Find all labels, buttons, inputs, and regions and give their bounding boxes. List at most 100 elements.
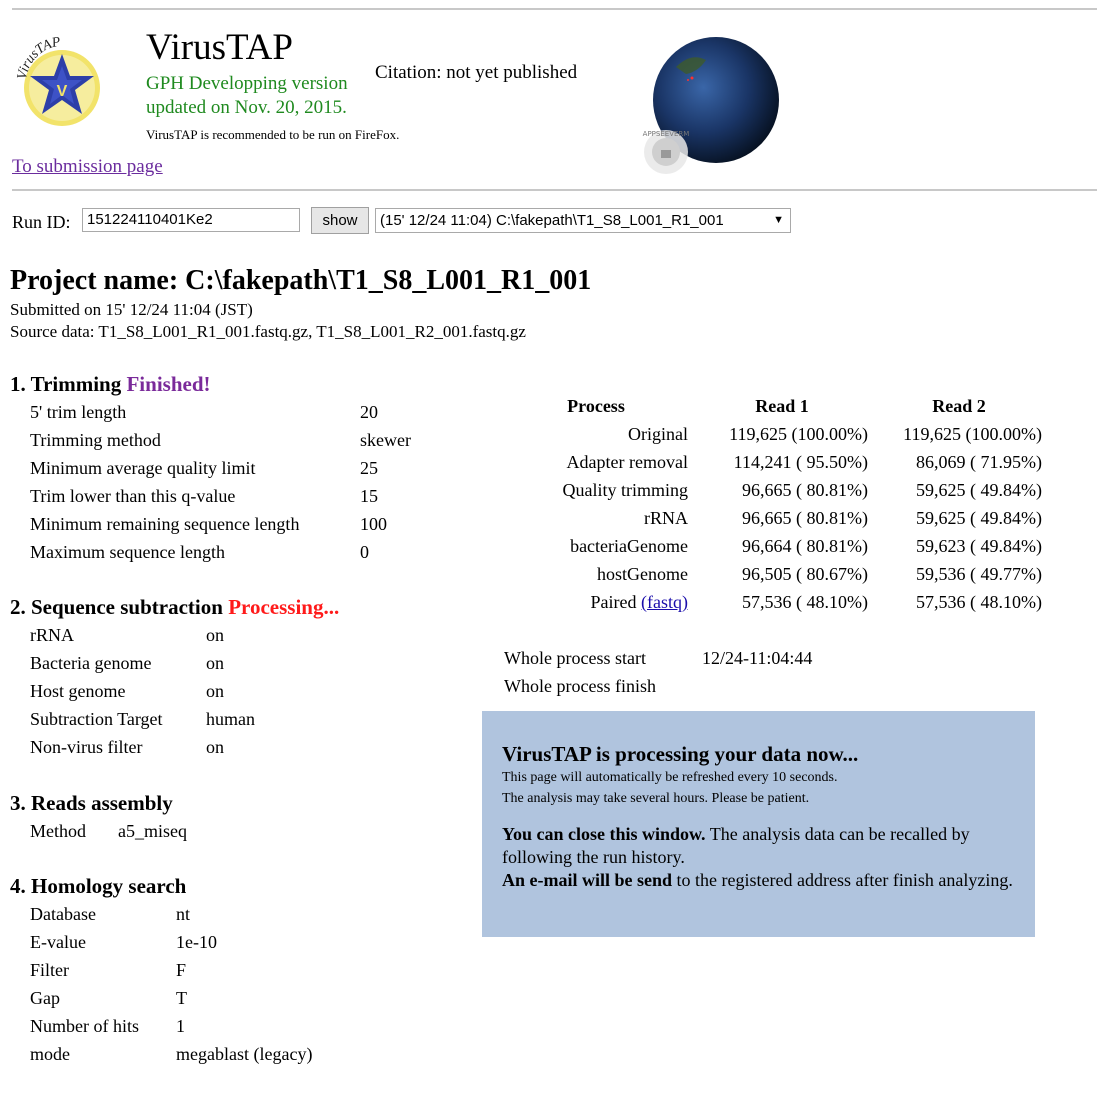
processing-status-box: VirusTAP is processing your data now... … (482, 711, 1035, 937)
param-label: Bacteria genome (30, 653, 152, 673)
run-history-selected: (15' 12/24 11:04) C:\fakepath\T1_S8_L001… (380, 212, 724, 229)
homology-title: 4. Homology search (10, 874, 187, 898)
header-rule (12, 189, 1097, 191)
param-row: Maximum sequence length 0 (30, 538, 411, 566)
run-id-label: Run ID: (12, 212, 71, 232)
run-history-select[interactable]: (15' 12/24 11:04) C:\fakepath\T1_S8_L001… (375, 208, 791, 233)
process-name: Paired (590, 592, 637, 612)
fastq-download-link[interactable]: (fastq) (641, 592, 688, 612)
read2-value: 57,536 ( 48.10%) (916, 592, 1042, 612)
read1-value: 96,505 ( 80.67%) (742, 564, 868, 584)
submission-page-link[interactable]: To submission page (12, 156, 163, 178)
project-name: Project name: C:\fakepath\T1_S8_L001_R1_… (10, 265, 592, 296)
header-read2: Read 2 (932, 396, 986, 416)
table-row: hostGenome 96,505 ( 80.67%) 59,536 ( 49.… (500, 560, 1046, 588)
subtraction-params: rRNA on Bacteria genome on Host genome on S… (30, 621, 255, 761)
param-row: Subtraction Target human (30, 705, 255, 733)
param-value: 1e-10 (176, 932, 217, 952)
process-start-row: Whole process start 12/24-11:04:44 (504, 644, 812, 672)
run-id-input[interactable]: 151224110401Ke2 (82, 208, 300, 232)
param-row: Bacteria genome on (30, 649, 255, 677)
header-process: Process (567, 396, 625, 416)
read2-value: 59,536 ( 49.77%) (916, 564, 1042, 584)
email-rest: to the registered address after finish a… (672, 870, 1013, 890)
param-row: Trim lower than this q-value 15 (30, 482, 411, 510)
param-row: rRNA on (30, 621, 255, 649)
param-row: mode megablast (legacy) (30, 1040, 312, 1068)
trimming-params: 5' trim length 20 Trimming method skewer M… (30, 398, 411, 566)
param-value: 0 (360, 542, 369, 562)
param-label: Database (30, 904, 96, 924)
virustap-logo: V VirusTAP (14, 35, 114, 132)
read1-value: 119,625 (100.00%) (729, 424, 868, 444)
param-row: Database nt (30, 900, 312, 928)
param-label: Filter (30, 960, 69, 980)
param-value: 15 (360, 486, 378, 506)
param-value: F (176, 960, 187, 980)
param-row: Gap T (30, 984, 312, 1012)
param-row: 5' trim length 20 (30, 398, 411, 426)
firefox-note: VirusTAP is recommended to be run on Fir… (146, 127, 400, 142)
table-row: rRNA 96,665 ( 80.81%) 59,625 ( 49.84%) (500, 504, 1046, 532)
param-value: on (206, 653, 224, 673)
read1-value: 57,536 ( 48.10%) (742, 592, 868, 612)
param-label: Trim lower than this q-value (30, 486, 236, 506)
param-value: on (206, 681, 224, 701)
param-value: T (176, 988, 187, 1008)
param-value: 25 (360, 458, 378, 478)
svg-text:V: V (57, 83, 68, 100)
param-row: Minimum remaining sequence length 100 (30, 510, 411, 538)
chevron-down-icon: ▼ (773, 214, 784, 226)
param-row: Non-virus filter on (30, 733, 255, 761)
status-title: VirusTAP is processing your data now... (502, 742, 859, 766)
param-label: rRNA (30, 625, 74, 645)
process-name-paired: Paired (fastq) (500, 588, 692, 616)
param-label: Minimum average quality limit (30, 458, 256, 478)
param-label: Method (30, 821, 86, 841)
trimming-title: 1. Trimming Finished! (10, 372, 211, 396)
citation-text: Citation: not yet published (375, 62, 578, 83)
param-label: Trimming method (30, 430, 161, 450)
param-label: E-value (30, 932, 86, 952)
param-label: Subtraction Target (30, 709, 163, 729)
submitted-text: Submitted on 15' 12/24 11:04 (JST) (10, 300, 253, 319)
assembly-title: 3. Reads assembly (10, 791, 173, 815)
table-row: Adapter removal 114,241 ( 95.50%) 86,069… (500, 448, 1046, 476)
process-name: Adapter removal (566, 452, 688, 472)
show-button[interactable]: show (311, 207, 369, 234)
process-finish-row: Whole process finish (504, 672, 702, 700)
param-value: megablast (legacy) (176, 1044, 313, 1064)
close-window-bold: You can close this window. (502, 824, 706, 844)
param-label: 5' trim length (30, 402, 127, 422)
param-value: 20 (360, 402, 378, 422)
refresh-note: This page will automatically be refreshe… (502, 770, 838, 785)
param-value: nt (176, 904, 191, 924)
read2-value: 59,625 ( 49.84%) (916, 480, 1042, 500)
read2-value: 59,623 ( 49.84%) (916, 536, 1042, 556)
read2-value: 86,069 ( 71.95%) (916, 452, 1042, 472)
email-note: An e-mail will be send to the registered… (502, 869, 1015, 892)
process-name: Quality trimming (562, 480, 689, 500)
param-value: skewer (360, 430, 411, 450)
param-value: human (206, 709, 255, 729)
param-label: Gap (30, 988, 60, 1008)
process-start-value: 12/24-11:04:44 (702, 648, 813, 668)
param-value: 100 (360, 514, 387, 534)
read2-value: 59,625 ( 49.84%) (916, 508, 1042, 528)
read1-value: 96,665 ( 80.81%) (742, 508, 868, 528)
subtraction-title-text: 2. Sequence subtraction (10, 595, 223, 619)
close-window-note: You can close this window. The analysis … (502, 823, 1015, 869)
param-label: Host genome (30, 681, 126, 701)
param-row: Method a5_miseq (30, 817, 187, 845)
subtraction-title: 2. Sequence subtraction Processing... (10, 595, 339, 619)
param-value: on (206, 625, 224, 645)
param-value: on (206, 737, 224, 757)
updated-text: updated on Nov. 20, 2015. (146, 97, 347, 118)
process-start-label: Whole process start (504, 648, 646, 668)
param-row: Number of hits 1 (30, 1012, 312, 1040)
param-row: Trimming method skewer (30, 426, 411, 454)
header-read1: Read 1 (755, 396, 809, 416)
globe-widget[interactable]: APPSEEVERM (636, 32, 786, 182)
read1-value: 114,241 ( 95.50%) (733, 452, 868, 472)
source-data-text: Source data: T1_S8_L001_R1_001.fastq.gz,… (10, 322, 526, 341)
